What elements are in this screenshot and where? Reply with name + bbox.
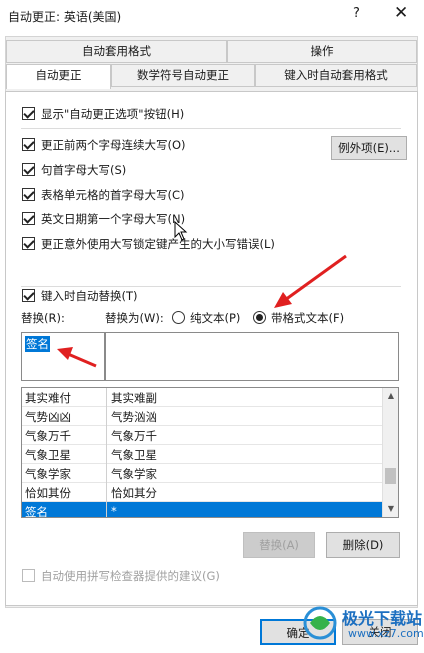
watermark-logo-icon [303,606,337,640]
watermark-url: www.xz7.com [348,627,424,640]
arrow-to-replace-input-icon [57,347,97,368]
arrow-to-formatted-text-icon [274,254,347,308]
annotation-arrows [57,254,347,368]
watermark: 极光下载站 www.xz7.com [300,603,424,649]
watermark-brand: 极光下载站 [342,609,423,628]
